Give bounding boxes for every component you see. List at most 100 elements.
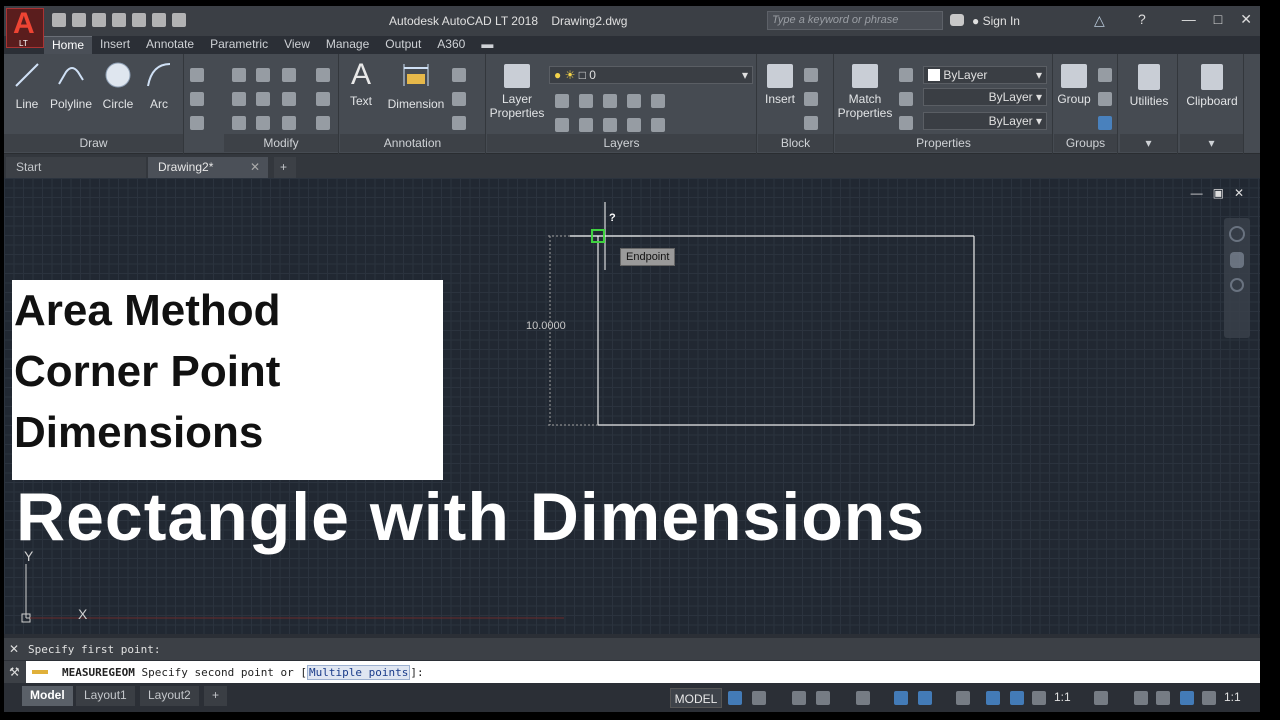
save-as-icon[interactable] [112,13,126,27]
ungroup-icon[interactable] [1098,68,1112,82]
new-icon[interactable] [52,13,66,27]
copy-icon[interactable] [232,92,246,106]
sign-in-button[interactable]: ● Sign In [972,14,1020,28]
clipboard-expand-icon[interactable]: ▾ [1180,134,1243,152]
group-button[interactable]: Group [1056,64,1092,106]
hatch-icon[interactable] [190,92,204,106]
stretch-icon[interactable] [232,116,246,130]
layer-tool-icon[interactable] [627,94,641,108]
color-wheel-icon[interactable] [899,68,913,82]
application-menu-button[interactable]: A LT [6,7,44,48]
snap-icon[interactable] [752,691,766,705]
tab-start[interactable]: Start [6,157,146,178]
layer-tool-icon[interactable] [603,118,617,132]
isodraft-icon[interactable] [856,691,870,705]
object-snap-icon[interactable] [918,691,932,705]
isolate-objects-icon[interactable] [1156,691,1170,705]
tab-a360[interactable]: A360 [429,36,473,54]
utilities-button[interactable]: Utilities [1124,64,1174,108]
erase-icon[interactable] [316,68,330,82]
gear-icon[interactable] [1094,691,1108,705]
create-block-icon[interactable] [804,68,818,82]
rotate-icon[interactable] [256,68,270,82]
line-button[interactable]: Line [12,60,42,111]
block-panel-label[interactable]: Block [758,134,833,152]
utilities-expand-icon[interactable]: ▾ [1120,134,1177,152]
tab-model[interactable]: Model [22,686,73,706]
annotation-visibility-icon[interactable] [986,691,1000,705]
layer-tool-icon[interactable] [555,94,569,108]
viewport-scale-value[interactable]: 1:1 [1224,690,1241,704]
layer-tool-icon[interactable] [579,94,593,108]
draw-panel-label[interactable]: Draw [4,134,183,152]
trim-icon[interactable] [282,68,296,82]
close-command-line-icon[interactable]: ✕ [9,642,19,656]
color-dropdown[interactable]: ByLayer ▾ [923,66,1047,84]
customize-wrench-icon[interactable]: ⚒ [9,665,20,679]
help-icon[interactable]: ? [1138,11,1146,27]
modify-panel-label[interactable]: Modify [224,134,338,152]
redo-icon[interactable] [172,13,186,27]
utilities-panel[interactable]: Utilities ▾ [1120,54,1178,154]
match-properties-button[interactable]: Match Properties [837,64,893,120]
properties-panel-label[interactable]: Properties [835,134,1052,152]
ortho-icon[interactable] [792,691,806,705]
tab-view[interactable]: View [276,36,318,54]
drawing-area[interactable]: — ▣ ✕ ? Endpoint 10.0000 Y X Area Method… [4,178,1260,634]
table-icon[interactable] [452,116,466,130]
maximize-icon[interactable]: □ [1214,11,1222,28]
layer-dropdown[interactable]: ● ☀ □ 0 ▾ [549,66,753,84]
explode-icon[interactable] [316,92,330,106]
viewport-scale-icon[interactable] [1180,691,1194,705]
annotation-scale-value[interactable]: 1:1 [1054,690,1071,704]
layer-properties-button[interactable]: Layer Properties [489,64,545,120]
close-tab-icon[interactable]: ✕ [250,160,260,174]
layer-tool-icon[interactable] [651,118,665,132]
circle-button[interactable]: Circle [100,60,136,111]
group-select-icon[interactable] [1098,116,1112,130]
layer-tool-icon[interactable] [627,118,641,132]
grid-icon[interactable] [728,691,742,705]
groups-panel-label[interactable]: Groups [1054,134,1117,152]
clipboard-panel[interactable]: Clipboard ▾ [1180,54,1244,154]
ribbon-toggle-icon[interactable]: ▬ [473,36,501,54]
new-tab-icon[interactable]: + [274,157,296,178]
tab-layout1[interactable]: Layout1 [76,686,135,706]
tab-insert[interactable]: Insert [92,36,138,54]
add-layout-icon[interactable]: + [204,686,228,706]
scale-icon[interactable] [256,116,270,130]
group-edit-icon[interactable] [1098,92,1112,106]
save-icon[interactable] [92,13,106,27]
rectangle-icon[interactable] [190,68,204,82]
layer-tool-icon[interactable] [579,118,593,132]
object-snap-tracking-icon[interactable] [894,691,908,705]
annotation-panel-label[interactable]: Annotation [340,134,485,152]
leader-icon[interactable] [452,92,466,106]
close-icon[interactable]: ✕ [1240,11,1252,28]
layer-tool-icon[interactable] [603,94,617,108]
arc-button[interactable]: Arc [144,60,174,111]
attribute-icon[interactable] [804,116,818,130]
tab-annotate[interactable]: Annotate [138,36,202,54]
edit-block-icon[interactable] [804,92,818,106]
layers-panel-label[interactable]: Layers [487,134,756,152]
lineweight-dropdown[interactable]: ByLayer ▾ [923,112,1047,130]
exchange-icon[interactable]: △ [1094,12,1105,29]
open-icon[interactable] [72,13,86,27]
lineweight-display-icon[interactable] [956,691,970,705]
move-icon[interactable] [232,68,246,82]
multiple-points-option[interactable]: Multiple points [307,665,411,680]
tab-manage[interactable]: Manage [318,36,377,54]
mirror-icon[interactable] [256,92,270,106]
text-button[interactable]: A Text [346,60,376,109]
layer-tool-icon[interactable] [651,94,665,108]
offset-icon[interactable] [316,116,330,130]
binoculars-icon[interactable] [950,14,964,26]
workspace-icon[interactable] [1202,691,1216,705]
linetype-icon[interactable] [899,116,913,130]
tab-home[interactable]: Home [44,36,93,54]
array-icon[interactable] [282,116,296,130]
dimension-button[interactable]: Dimension [386,60,446,111]
search-input[interactable]: Type a keyword or phrase [767,11,943,30]
lineweight-icon[interactable] [899,92,913,106]
